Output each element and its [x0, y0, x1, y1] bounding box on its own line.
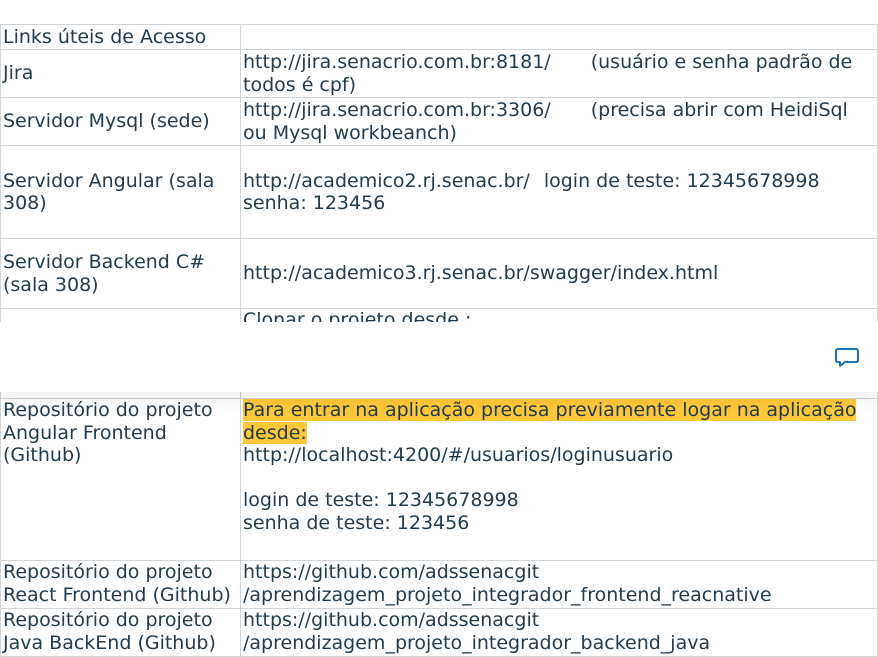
row-value: http://academico2.rj.senac.br/login de t… [240, 145, 878, 239]
header-label: Links úteis de Acesso [0, 24, 241, 50]
comment-button[interactable] [834, 344, 860, 370]
swagger-link[interactable]: http://academico3.rj.senac.br/swagger/in… [243, 262, 718, 284]
row-value: https://github.com/adssenacgit/aprendiza… [240, 608, 878, 657]
row-label: Servidor Backend C# (sala 308) [0, 238, 241, 309]
table-row-angular-repo: Repositório do projeto Angular Frontend … [0, 398, 878, 561]
react-repo-link[interactable]: https://github.com/adssenacgit/aprendiza… [243, 561, 772, 606]
angular-password-text: senha: 123456 [243, 192, 386, 214]
local-login-link[interactable]: http://localhost:4200/#/usuarios/loginus… [243, 444, 673, 466]
header-value [240, 24, 878, 50]
java-repo-link-part2: /aprendizagem_projeto_integrador_backend… [243, 631, 711, 654]
table-row-mysql: Servidor Mysql (sede) http://jira.senacr… [0, 97, 878, 146]
table-row-jira: Jira http://jira.senacrio.com.br:8181/(u… [0, 49, 878, 98]
test-login-text: login de teste: 12345678998 [243, 489, 519, 511]
java-repo-link-part1: https://github.com/adssenacgit [243, 609, 540, 632]
table-row-angular-server: Servidor Angular (sala 308) http://acade… [0, 145, 878, 239]
floating-toolbar [0, 322, 878, 392]
row-label: Servidor Mysql (sede) [0, 97, 241, 146]
java-repo-link[interactable]: https://github.com/adssenacgit/aprendiza… [243, 609, 711, 654]
comment-icon [835, 348, 859, 367]
row-label: Repositório do projeto Angular Frontend … [0, 398, 241, 561]
table-row-react-repo: Repositório do projeto React Frontend (G… [0, 560, 878, 609]
angular-login-text: login de teste: 12345678998 [543, 169, 820, 192]
row-value: https://github.com/adssenacgit/aprendiza… [240, 560, 878, 609]
row-value: http://jira.senacrio.com.br:3306/(precis… [240, 97, 878, 146]
jira-link[interactable]: http://jira.senacrio.com.br:8181/ [243, 51, 551, 73]
table-row-java-repo: Repositório do projeto Java BackEnd (Git… [0, 608, 878, 657]
mysql-link[interactable]: http://jira.senacrio.com.br:3306/ [243, 99, 551, 121]
react-repo-link-part1: https://github.com/adssenacgit [243, 561, 540, 584]
table-row-backend-server: Servidor Backend C# (sala 308) http://ac… [0, 238, 878, 309]
react-repo-link-part2: /aprendizagem_projeto_integrador_fronten… [243, 583, 772, 606]
row-label: Repositório do projeto React Frontend (G… [0, 560, 241, 609]
row-label: Jira [0, 49, 241, 98]
row-label: Repositório do projeto Java BackEnd (Git… [0, 608, 241, 657]
angular-server-link[interactable]: http://academico2.rj.senac.br/ [243, 170, 530, 192]
row-label: Servidor Angular (sala 308) [0, 145, 241, 239]
login-required-highlight: Para entrar na aplicação precisa previam… [243, 399, 857, 444]
test-password-text: senha de teste: 123456 [243, 511, 470, 534]
row-value: http://academico3.rj.senac.br/swagger/in… [240, 238, 878, 309]
table-header-row: Links úteis de Acesso [0, 24, 878, 50]
row-value: Para entrar na aplicação precisa previam… [240, 398, 878, 561]
row-value: http://jira.senacrio.com.br:8181/(usuári… [240, 49, 878, 98]
